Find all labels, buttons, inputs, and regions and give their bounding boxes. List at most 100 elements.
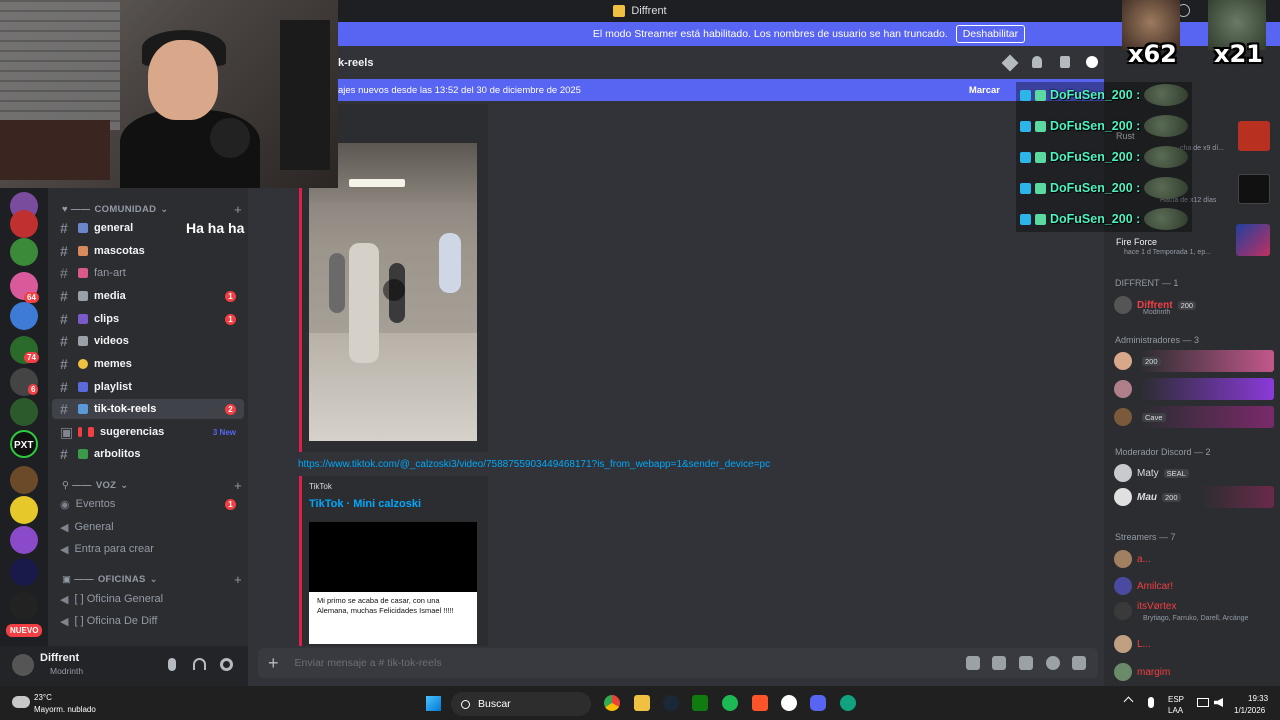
channel-tik-tok-reels[interactable]: # tik-tok-reels 2 xyxy=(52,399,244,419)
member-row[interactable]: Amilcar! xyxy=(1114,575,1276,597)
channel-memes[interactable]: # memes xyxy=(52,354,244,374)
mark-read-button[interactable]: Marcar xyxy=(969,85,1000,96)
xbox-icon[interactable] xyxy=(692,695,708,711)
server-icon[interactable] xyxy=(10,592,38,620)
pin-icon[interactable] xyxy=(1060,56,1070,68)
channel-arbolitos[interactable]: # arbolitos xyxy=(52,444,244,464)
language-bottom[interactable]: LAA xyxy=(1168,706,1183,715)
video-scene xyxy=(439,233,461,293)
member-group-label: Moderador Discord — 2 xyxy=(1115,447,1211,457)
unread-count: 1 xyxy=(225,498,236,510)
member-row[interactable]: itsVørtex Brytiago, Farruko, Darell, Arc… xyxy=(1114,600,1276,622)
frog-emote-icon xyxy=(1144,115,1189,137)
apps-icon[interactable] xyxy=(1072,656,1086,670)
voice-channel-general[interactable]: ◀ General xyxy=(52,517,244,537)
tiktok-link[interactable]: https://www.tiktok.com/@_calzoski3/video… xyxy=(298,459,770,470)
play-icon[interactable] xyxy=(383,279,405,301)
avatar xyxy=(1114,352,1132,370)
channel-fan-art[interactable]: # fan-art xyxy=(52,263,244,283)
disable-streamer-button[interactable]: Deshabilitar xyxy=(955,25,1026,43)
member-row[interactable]: Cave xyxy=(1114,406,1276,428)
add-channel-icon[interactable]: + xyxy=(234,572,242,587)
windows-start-icon[interactable] xyxy=(426,696,441,711)
member-status: Modrinth xyxy=(1143,309,1171,316)
voice-channel-create[interactable]: ◀ Entra para crear xyxy=(52,539,244,559)
overlay-chat-line: DoFuSen_200 : xyxy=(1020,206,1189,232)
video-thumbnail[interactable]: Mi primo se acaba de casar, con una Alem… xyxy=(309,522,477,644)
gift-icon[interactable] xyxy=(966,656,980,670)
member-row[interactable]: Diffrent 200 Modrinth xyxy=(1114,294,1276,316)
member-row[interactable]: a... xyxy=(1114,548,1276,570)
spotify-icon[interactable] xyxy=(722,695,738,711)
folder-icon[interactable] xyxy=(634,695,650,711)
bell-icon[interactable] xyxy=(1032,56,1042,68)
steam-icon[interactable] xyxy=(663,695,679,711)
embed-title[interactable]: TikTok · Mini calzoski xyxy=(309,498,421,510)
voice-channel-oficina-general[interactable]: ◀[ ] Oficina General xyxy=(52,589,244,609)
attach-plus-icon[interactable]: + xyxy=(268,653,279,674)
headphones-icon[interactable] xyxy=(193,658,206,670)
badge-icon xyxy=(1035,120,1046,132)
channel-media[interactable]: # media 1 xyxy=(52,286,244,306)
voice-channel-oficina-diff[interactable]: ◀[ ] Oficina De Diff xyxy=(52,611,244,631)
gif-icon[interactable] xyxy=(992,656,1006,670)
channel-clips[interactable]: # clips 1 xyxy=(52,309,244,329)
member-row[interactable] xyxy=(1114,378,1276,400)
discord-icon[interactable] xyxy=(810,695,826,711)
member-row[interactable]: Maty SEAL xyxy=(1114,462,1276,484)
member-row[interactable]: Mau 200 xyxy=(1114,486,1276,508)
sticker-icon[interactable] xyxy=(1019,656,1033,670)
badge-icon xyxy=(1035,213,1046,225)
voice-channel-eventos[interactable]: ◉ Eventos 1 xyxy=(52,494,244,514)
member-row[interactable]: L... xyxy=(1114,633,1276,655)
activity-fire-force[interactable]: Fire Force xyxy=(1116,237,1157,247)
channel-videos[interactable]: # videos xyxy=(52,331,244,351)
new-messages-bar[interactable]: ajes nuevos desde las 13:52 del 30 de di… xyxy=(338,79,1104,101)
emoji-icon[interactable] xyxy=(1046,656,1060,670)
username[interactable]: Diffrent xyxy=(40,652,79,664)
hash-icon: # xyxy=(60,333,68,349)
category-voice[interactable]: ⚲ —— VOZ ⌄ + xyxy=(62,478,248,493)
server-icon[interactable] xyxy=(10,398,38,426)
network-icon[interactable] xyxy=(1197,698,1209,707)
language-top[interactable]: ESP xyxy=(1168,695,1184,704)
weather-temp[interactable]: 23°C xyxy=(34,693,52,702)
category-community[interactable]: ♥ —— COMUNIDAD ⌄ + xyxy=(62,202,248,217)
settings-gear-icon[interactable] xyxy=(220,658,233,671)
category-offices[interactable]: ▣ —— OFICINAS ⌄ + xyxy=(62,572,248,587)
add-channel-icon[interactable]: + xyxy=(234,478,242,493)
server-icon[interactable] xyxy=(10,526,38,554)
badge-icon xyxy=(1020,120,1031,132)
taskbar-search[interactable]: Buscar xyxy=(451,692,591,716)
member-row[interactable]: 200 xyxy=(1114,350,1276,372)
server-icon[interactable] xyxy=(10,210,38,238)
server-icon[interactable] xyxy=(10,558,38,586)
github-icon[interactable] xyxy=(781,695,797,711)
clock-time[interactable]: 19:33 xyxy=(1248,694,1268,703)
server-icon[interactable] xyxy=(10,238,38,266)
server-icon[interactable] xyxy=(10,302,38,330)
chatgpt-icon[interactable] xyxy=(840,695,856,711)
channel-mascotas[interactable]: # mascotas xyxy=(52,241,244,261)
badge-icon xyxy=(1020,89,1031,101)
window-title: Diffrent xyxy=(631,5,667,17)
member-row[interactable]: margim xyxy=(1114,661,1276,683)
server-icon[interactable] xyxy=(10,496,38,524)
add-channel-icon[interactable]: + xyxy=(234,202,242,217)
microphone-icon[interactable] xyxy=(168,658,176,671)
members-icon[interactable] xyxy=(1086,56,1098,68)
weather-desc[interactable]: Mayorm. nublado xyxy=(34,705,96,714)
chrome-icon[interactable] xyxy=(604,695,620,711)
channel-header: k-reels xyxy=(338,50,1104,76)
clock-date[interactable]: 1/1/2026 xyxy=(1234,706,1265,715)
server-icon[interactable] xyxy=(10,466,38,494)
channel-playlist[interactable]: # playlist xyxy=(52,377,244,397)
channel-sugerencias[interactable]: ▣ sugerencias 3 New xyxy=(52,422,244,442)
server-pxt[interactable]: PXT xyxy=(14,440,33,451)
hash-icon: # xyxy=(60,311,68,327)
channel-emoji-icon xyxy=(78,382,88,392)
mic-tray-icon[interactable] xyxy=(1148,697,1154,708)
brave-icon[interactable] xyxy=(752,695,768,711)
member-name: L... xyxy=(1137,638,1151,650)
avatar[interactable] xyxy=(12,654,34,676)
